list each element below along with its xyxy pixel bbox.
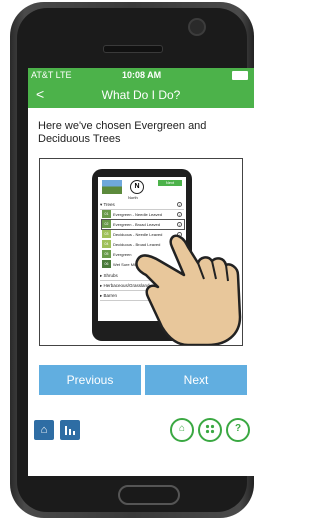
clock: 10:08 AM bbox=[122, 70, 162, 80]
app-screen: AT&T LTE 10:08 AM < What Do I Do? Here w… bbox=[28, 68, 254, 476]
home-icon[interactable]: ⌂ bbox=[34, 420, 54, 440]
landscape-thumbnail bbox=[102, 180, 122, 194]
speaker-grille bbox=[103, 45, 163, 53]
compass-label: North bbox=[128, 195, 138, 200]
item-code: 03 bbox=[102, 230, 111, 238]
bar-chart-icon[interactable] bbox=[60, 420, 80, 440]
mini-next-button: Next bbox=[158, 180, 182, 186]
item-code: 04 bbox=[102, 240, 111, 248]
device-home-button[interactable] bbox=[118, 485, 180, 505]
category-label: Trees bbox=[103, 202, 115, 207]
help-icon[interactable]: ? bbox=[226, 418, 250, 442]
item-code: 02 bbox=[102, 220, 111, 228]
previous-button[interactable]: Previous bbox=[39, 365, 141, 395]
info-icon: i bbox=[177, 202, 182, 207]
compass-icon: N bbox=[130, 180, 144, 194]
grid-icon[interactable] bbox=[198, 418, 222, 442]
page-title: What Do I Do? bbox=[101, 88, 181, 102]
tutorial-image: N North Next ▾ Trees i 01 Evergreen - Need… bbox=[39, 158, 243, 346]
status-bar: AT&T LTE 10:08 AM bbox=[28, 68, 254, 82]
category-label: Barren bbox=[103, 293, 118, 298]
home-icon[interactable]: ⌂ bbox=[170, 418, 194, 442]
item-code: 01 bbox=[102, 210, 111, 218]
pointing-hand-icon bbox=[135, 234, 242, 345]
item-code: 06 bbox=[102, 260, 111, 268]
category-trees: ▾ Trees i bbox=[100, 201, 184, 210]
intro-text: Here we've chosen Evergreen and Deciduou… bbox=[38, 120, 207, 145]
category-label: Shrubs bbox=[103, 273, 118, 278]
next-button[interactable]: Next bbox=[145, 365, 247, 395]
item-label: Evergreen bbox=[113, 252, 132, 257]
camera-icon bbox=[188, 18, 206, 36]
item-code: 05 bbox=[102, 250, 111, 258]
nav-bar: < What Do I Do? bbox=[28, 82, 254, 108]
carrier-label: AT&T LTE bbox=[31, 70, 72, 80]
battery-icon bbox=[232, 71, 248, 80]
